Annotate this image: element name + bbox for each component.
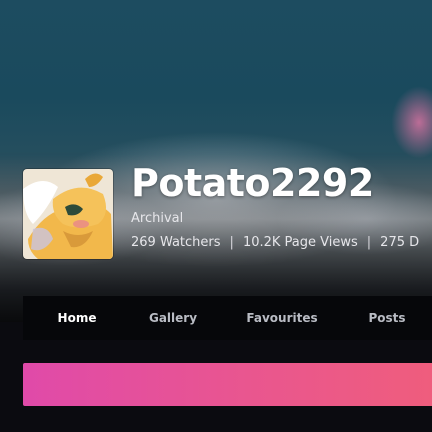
watchers-count[interactable]: 269 Watchers xyxy=(131,235,221,250)
tab-posts[interactable]: Posts xyxy=(353,296,421,340)
avatar-artwork xyxy=(23,169,113,259)
avatar[interactable] xyxy=(23,169,113,259)
page-views-count: 10.2K Page Views xyxy=(242,235,358,250)
deviations-count[interactable]: 275 D xyxy=(380,235,419,250)
profile-nav-tabs: Home Gallery Favourites Posts xyxy=(23,296,432,340)
stats-separator: | xyxy=(229,235,234,250)
profile-banner-bar xyxy=(23,363,432,406)
profile-username[interactable]: Potato2292 xyxy=(131,160,374,206)
tab-home[interactable]: Home xyxy=(41,296,113,340)
stats-separator: | xyxy=(366,235,372,250)
tab-favourites[interactable]: Favourites xyxy=(237,296,327,340)
tab-gallery[interactable]: Gallery xyxy=(133,296,213,340)
profile-role: Archival xyxy=(131,211,184,226)
profile-stats: 269 Watchers | 10.2K Page Views | 275 D xyxy=(131,235,432,251)
